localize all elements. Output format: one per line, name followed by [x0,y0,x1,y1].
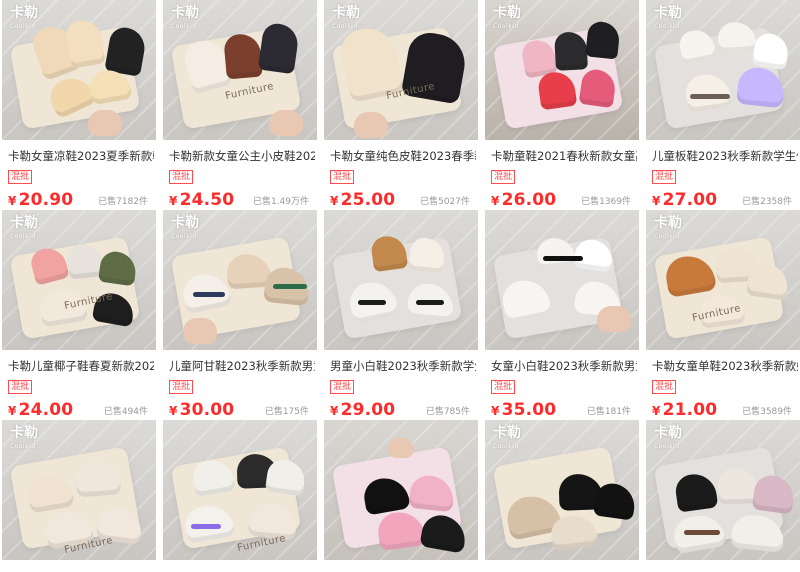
brand-logo: 卡勒 Coolkid [10,5,38,30]
product-price: ¥24.00 [8,400,74,420]
product-price: ¥26.00 [491,190,557,210]
product-card[interactable]: 卡勒Coolkid 儿童阿甘鞋2023秋季新款男童... 混批 ¥30.00 已… [163,210,317,420]
product-title[interactable]: 卡勒新款女童公主小皮鞋2023... [169,148,315,164]
sold-count: 已售175件 [264,407,309,417]
product-title[interactable]: 卡勒童鞋2021春秋新款女童高... [491,148,637,164]
product-image[interactable]: 卡勒 Coolkid Furniture [324,0,478,140]
product-price: ¥29.00 [330,400,396,420]
brand-logo: 卡勒 Coolkid [171,215,199,240]
product-image[interactable]: Furniture [163,420,317,560]
mixed-batch-tag: 混批 [330,170,355,184]
product-image[interactable]: 卡勒 Coolkid [646,420,800,560]
product-title[interactable]: 男童小白鞋2023秋季新款学生... [330,358,476,374]
brand-logo: 卡勒 Coolkid [10,215,38,240]
product-title[interactable]: 儿童阿甘鞋2023秋季新款男童... [169,358,315,374]
product-image[interactable] [485,210,639,350]
product-card[interactable]: 卡勒Coolkid Furniture 卡勒儿童椰子鞋春夏新款2023... 混… [2,210,156,420]
product-card[interactable]: 卡勒Coolkid Furniture 卡勒女童纯色皮鞋2023春季新... 混… [324,0,478,210]
product-title[interactable]: 卡勒女童纯色皮鞋2023春季新... [330,148,476,164]
sold-count: 已售5027件 [420,197,470,207]
product-card[interactable]: 卡勒 Coolkid [485,420,639,572]
mixed-batch-tag: 混批 [491,380,516,394]
product-image[interactable]: 卡勒 Coolkid Furniture [2,420,156,560]
product-image[interactable]: 卡勒 Coolkid [485,0,639,140]
product-image[interactable]: 卡勒 Coolkid Furniture [2,210,156,350]
product-image[interactable] [324,420,478,560]
product-image[interactable] [324,210,478,350]
product-price: ¥30.00 [169,400,235,420]
product-price: ¥24.50 [169,190,235,210]
product-price: ¥21.00 [652,400,718,420]
product-image[interactable]: 卡勒 Coolkid [485,420,639,560]
product-card[interactable]: 卡勒Coolkid 卡勒女童凉鞋2023夏季新款韩... 混批 ¥20.90 已… [2,0,156,210]
mixed-batch-tag: 混批 [8,380,33,394]
product-card[interactable]: 女童小白鞋2023秋季新款男童... 混批 ¥35.00 已售181件 [485,210,639,420]
sold-count: 已售785件 [425,407,470,417]
product-image[interactable]: 卡勒 Coolkid [646,0,800,140]
product-price: ¥25.00 [330,190,396,210]
brand-logo: 卡勒 Coolkid [493,425,521,450]
mixed-batch-tag: 混批 [652,170,677,184]
mixed-batch-tag: 混批 [8,170,33,184]
brand-logo: 卡勒 Coolkid [654,215,682,240]
brand-logo: 卡勒 Coolkid [654,5,682,30]
brand-logo: 卡勒 Coolkid [493,5,521,30]
product-card[interactable]: 卡勒Coolkid Furniture 卡勒新款女童公主小皮鞋2023... 混… [163,0,317,210]
product-title[interactable]: 卡勒女童凉鞋2023夏季新款韩... [8,148,154,164]
product-card[interactable]: 男童小白鞋2023秋季新款学生... 混批 ¥29.00 已售785件 [324,210,478,420]
product-image[interactable]: 卡勒 Coolkid Furniture [163,0,317,140]
product-price: ¥27.00 [652,190,718,210]
product-title[interactable]: 女童小白鞋2023秋季新款男童... [491,358,637,374]
mixed-batch-tag: 混批 [169,380,194,394]
product-image[interactable]: 卡勒 Coolkid [163,210,317,350]
product-card[interactable]: 卡勒Coolkid 卡勒童鞋2021春秋新款女童高... 混批 ¥26.00 已… [485,0,639,210]
mixed-batch-tag: 混批 [652,380,677,394]
product-title[interactable]: 儿童板鞋2023秋季新款学生休... [652,148,798,164]
sold-count: 已售1.49万件 [252,197,309,207]
sold-count: 已售181件 [586,407,631,417]
sold-count: 已售1369件 [581,197,631,207]
brand-logo: 卡勒 Coolkid [654,425,682,450]
product-card[interactable]: Furniture [163,420,317,572]
product-card[interactable]: 卡勒 Coolkid Furniture [2,420,156,572]
product-card[interactable] [324,420,478,572]
product-title[interactable]: 卡勒儿童椰子鞋春夏新款2023... [8,358,154,374]
product-image[interactable]: 卡勒 Coolkid Furniture [646,210,800,350]
sold-count: 已售494件 [103,407,148,417]
mixed-batch-tag: 混批 [330,380,355,394]
brand-logo: 卡勒 Coolkid [171,5,199,30]
product-card[interactable]: 卡勒 Coolkid [646,420,800,572]
brand-logo: 卡勒 Coolkid [10,425,38,450]
sold-count: 已售2358件 [742,197,792,207]
product-price: ¥20.90 [8,190,74,210]
product-card[interactable]: 卡勒Coolkid Furniture 卡勒女童单鞋2023秋季新款奶... 混… [646,210,800,420]
product-title[interactable]: 卡勒女童单鞋2023秋季新款奶... [652,358,798,374]
mixed-batch-tag: 混批 [491,170,516,184]
product-price: ¥35.00 [491,400,557,420]
product-card[interactable]: 卡勒Coolkid 儿童板鞋2023秋季新款学生休... 混批 ¥27.00 已… [646,0,800,210]
mixed-batch-tag: 混批 [169,170,194,184]
sold-count: 已售7182件 [98,197,148,207]
sold-count: 已售3589件 [742,407,792,417]
product-image[interactable]: 卡勒 Coolkid [2,0,156,140]
product-grid: 卡勒Coolkid 卡勒女童凉鞋2023夏季新款韩... 混批 ¥20.90 已… [0,0,800,572]
